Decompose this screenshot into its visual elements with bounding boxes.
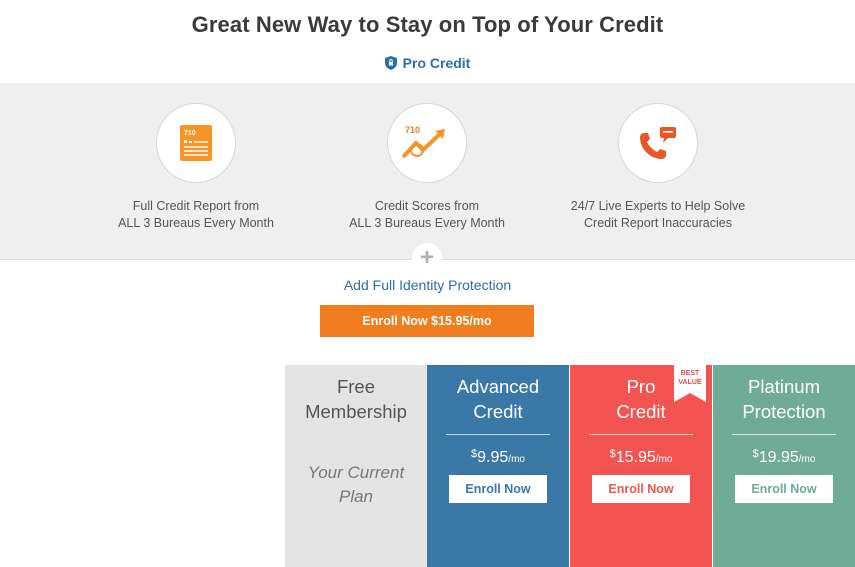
feature-line: Credit Scores from: [374, 199, 480, 213]
feature-line: Full Credit Report from: [132, 199, 260, 213]
divider: [732, 434, 836, 435]
feature-line: 24/7 Live Experts to Help Solve: [570, 199, 746, 213]
brand-name: Pro Credit: [402, 55, 471, 71]
score-text: 710: [405, 125, 420, 135]
plan-name-line: Free: [336, 376, 376, 397]
plan-name: Platinum Protection: [713, 374, 855, 424]
enroll-identity-button[interactable]: Enroll Now $15.95/mo: [320, 305, 534, 337]
enroll-platinum-button[interactable]: Enroll Now: [735, 475, 833, 503]
divider: [446, 434, 550, 435]
plan-name: Advanced Credit: [427, 374, 569, 424]
feature-icon-circle: 710: [387, 103, 467, 183]
plan-price: $19.95/mo: [713, 448, 855, 467]
price-amount: 19.95: [758, 449, 799, 466]
credit-score-icon: 710: [401, 125, 445, 159]
ribbon-line: BEST: [680, 370, 700, 377]
plan-name-line: Credit: [616, 401, 666, 422]
price-period: /mo: [655, 454, 673, 465]
enroll-pro-button[interactable]: Enroll Now: [592, 475, 690, 503]
plan-name-line: Protection: [742, 401, 826, 422]
plan-free: Free Membership Your Current Plan: [285, 365, 427, 567]
credit-report-icon: 710: [180, 125, 212, 161]
current-plan-line: Your Current: [307, 463, 405, 482]
add-identity-protection-link[interactable]: Add Full Identity Protection: [0, 277, 855, 293]
brand-label: Pro Credit: [0, 55, 855, 73]
price-amount: 9.95: [477, 449, 509, 466]
plan-price: $15.95/mo: [570, 448, 712, 467]
report-score-text: 710: [184, 130, 196, 137]
plan-advanced-credit: Advanced Credit $9.95/mo Enroll Now: [427, 365, 569, 567]
current-plan-label: Your Current Plan: [285, 461, 427, 509]
feature-live-experts: 24/7 Live Experts to Help Solve Credit R…: [528, 103, 788, 232]
plan-name-line: Membership: [305, 401, 407, 422]
price-amount: 15.95: [615, 449, 656, 466]
feature-icon-circle: 710: [156, 103, 236, 183]
divider: [589, 434, 693, 435]
feature-credit-scores: 710 Credit Scores from ALL 3 Bureaus Eve…: [297, 103, 557, 232]
phone-chat-icon: [640, 127, 676, 159]
plan-name: Free Membership: [285, 374, 427, 424]
feature-credit-report: 710 Full Credit Report from ALL 3 Bureau…: [66, 103, 326, 232]
page-title: Great New Way to Stay on Top of Your Cre…: [191, 12, 664, 37]
plus-icon: +: [412, 243, 442, 273]
ribbon-line: VALUE: [678, 379, 702, 386]
feature-line: ALL 3 Bureaus Every Month: [118, 216, 274, 230]
feature-line: Credit Report Inaccuracies: [584, 216, 732, 230]
plan-name-line: Credit: [473, 401, 523, 422]
features-band: 710 Full Credit Report from ALL 3 Bureau…: [0, 83, 855, 260]
plan-name-line: Advanced: [456, 376, 540, 397]
plan-price: $9.95/mo: [427, 448, 569, 467]
feature-line: ALL 3 Bureaus Every Month: [349, 216, 505, 230]
feature-icon-circle: [618, 103, 698, 183]
price-period: /mo: [508, 454, 525, 465]
plan-pro-credit: BEST VALUE Pro Credit $15.95/mo Enroll N…: [570, 365, 712, 567]
enroll-advanced-button[interactable]: Enroll Now: [449, 475, 547, 503]
price-period: /mo: [798, 454, 816, 465]
plan-name-line: Platinum: [748, 376, 820, 397]
best-value-ribbon: BEST VALUE: [674, 365, 706, 402]
current-plan-line: Plan: [338, 487, 374, 506]
plan-platinum-protection: Platinum Protection $19.95/mo Enroll Now: [713, 365, 855, 567]
shield-icon: [384, 56, 397, 73]
